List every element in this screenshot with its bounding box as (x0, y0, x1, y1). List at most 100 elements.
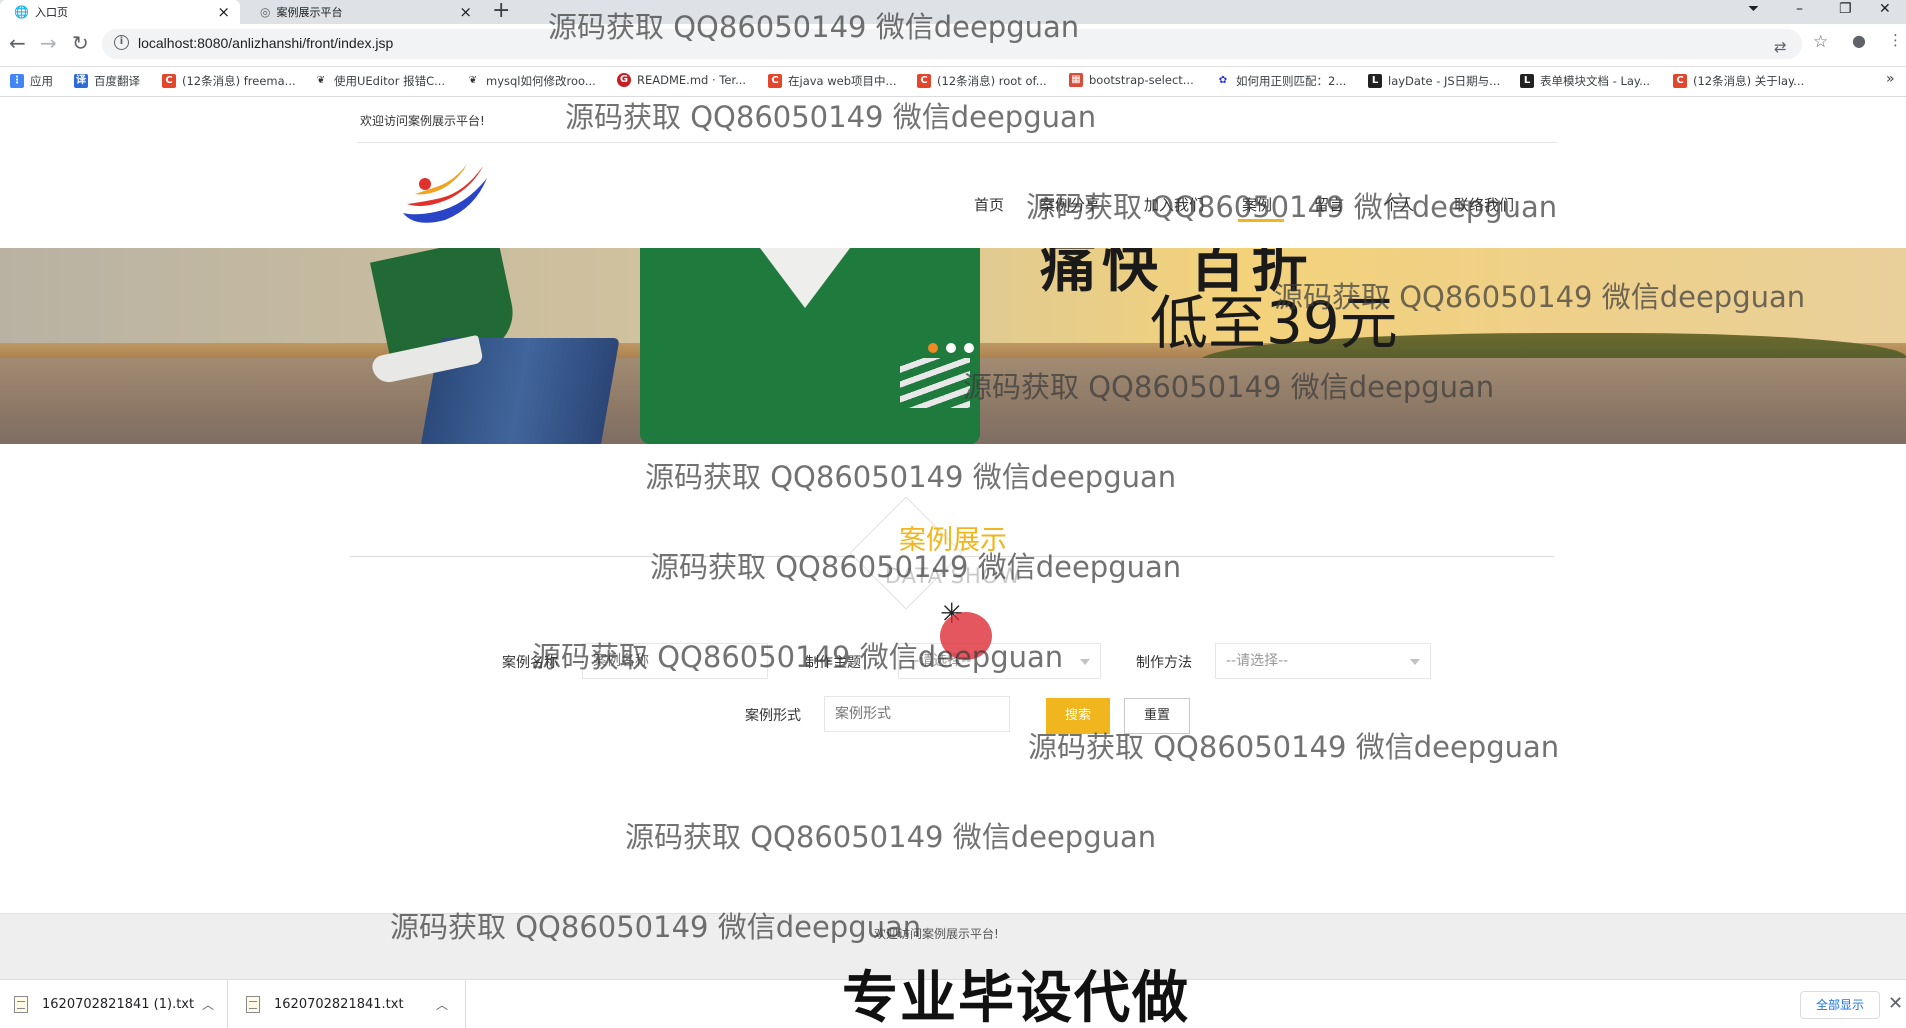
banner-carousel[interactable]: 痛快 百折 低至39元 (0, 248, 1906, 444)
bookmark-item[interactable]: LlayDate - JS日期与... (1368, 73, 1500, 89)
tab-entry-page[interactable]: 🌐 入口页 × (0, 0, 240, 24)
csdn-icon: C (768, 74, 782, 88)
video-caption: 专业毕设代做 (842, 966, 1190, 1028)
header-divider (357, 142, 1557, 143)
section-subtitle: DATA SHOW (884, 564, 1022, 588)
nav-active-indicator (1238, 219, 1284, 222)
csdn-icon: C (917, 74, 931, 88)
carousel-dot-2[interactable] (946, 343, 956, 353)
bookmark-item[interactable]: ❦ 使用UEditor 报错C... (314, 73, 445, 89)
bookmark-item[interactable]: G README.md · Ter... (617, 73, 746, 87)
bookmark-item[interactable]: 译百度翻译 (74, 73, 140, 89)
leaf-icon: ❦ (316, 75, 326, 86)
bookmark-item[interactable]: C 在java web项目中... (768, 73, 897, 89)
bookmark-item[interactable]: ✿ 如何用正则匹配：2... (1216, 73, 1347, 89)
forward-icon[interactable]: → (40, 31, 57, 55)
profile-avatar-icon[interactable]: ● (1852, 31, 1866, 50)
tab-title: 案例展示平台 (276, 6, 343, 19)
baidu-translate-icon: 译 (74, 74, 88, 88)
carousel-dot-3[interactable] (964, 343, 974, 353)
bookmark-item[interactable]: C (12条消息) freema... (162, 73, 296, 89)
reload-icon[interactable]: ↻ (72, 31, 89, 55)
watermark: 源码获取 QQ86050149 微信deepguan (565, 100, 1097, 134)
globe-icon: 🌐 (14, 5, 29, 19)
download-filename: 1620702821841 (1).txt (42, 997, 195, 1012)
nav-case[interactable]: 案例 (1242, 194, 1272, 215)
method-label: 制作方法 (1136, 655, 1192, 671)
bookmark-item[interactable]: C (12条消息) root of... (917, 73, 1047, 89)
search-button[interactable]: 搜索 (1046, 698, 1110, 734)
gitee-icon: G (617, 73, 631, 87)
cnblogs-icon: ▦ (1069, 73, 1083, 87)
bookmark-item[interactable]: L 表单模块文档 - Lay... (1520, 73, 1650, 89)
method-select-value: --请选择-- (1226, 653, 1289, 669)
new-tab-button[interactable]: + (492, 0, 510, 23)
chevron-up-icon[interactable]: ︿ (202, 996, 214, 1013)
watermark: 源码获取 QQ86050149 微信deepguan (645, 460, 1177, 494)
nav-case-share[interactable]: 案例分享 (1040, 194, 1100, 215)
download-item[interactable]: 1620702821841.txt ︿ (232, 980, 466, 1028)
menu-kebab-icon[interactable]: ⋮ (1888, 31, 1903, 49)
translate-icon[interactable]: ⇄ (1774, 38, 1787, 56)
restore-icon[interactable]: ❐ (1839, 1, 1852, 17)
bookmarks-overflow-icon[interactable]: » (1886, 71, 1895, 87)
download-filename: 1620702821841.txt (274, 997, 404, 1012)
profile-dropdown-icon[interactable]: ⏷ (1748, 1, 1759, 17)
nav-join-us[interactable]: 加入我们 (1144, 194, 1204, 215)
apps-grid-icon: ⋮ (10, 74, 24, 88)
reset-button[interactable]: 重置 (1124, 698, 1190, 734)
chevron-down-icon (1080, 659, 1090, 665)
window-close-icon[interactable]: ✕ (1879, 1, 1891, 17)
theme-select[interactable]: --请选择-- (898, 643, 1101, 679)
nav-contact[interactable]: 联络我们 (1454, 194, 1514, 215)
welcome-text: 欢迎访问案例展示平台! (360, 114, 485, 128)
address-bar: ← → ↻ i localhost:8080/anlizhanshi/front… (0, 24, 1906, 67)
url-text[interactable]: localhost:8080/anlizhanshi/front/index.j… (138, 35, 393, 51)
chevron-down-icon (1410, 659, 1420, 665)
theme-label: 制作主题 (805, 655, 861, 671)
method-select[interactable]: --请选择-- (1215, 643, 1431, 679)
tab-case-platform[interactable]: ◎ 案例展示平台 × (246, 0, 482, 24)
carousel-dot-1[interactable] (928, 343, 938, 353)
case-form-input[interactable] (824, 696, 1010, 732)
tab-title: 入口页 (34, 6, 68, 19)
site-logo[interactable] (395, 158, 495, 236)
case-name-input[interactable] (582, 643, 768, 679)
bookmark-item[interactable]: ❦ mysql如何修改roo... (466, 73, 596, 89)
tab-strip: 🌐 入口页 × ◎ 案例展示平台 × + ⏷ – ❐ ✕ (0, 0, 1906, 24)
bookmarks-bar: ⋮ 应用 译百度翻译 C (12条消息) freema... ❦ 使用UEditor … (0, 67, 1906, 97)
case-form-label: 案例形式 (745, 708, 801, 724)
text-file-icon (14, 996, 28, 1013)
banner-model-stripes (900, 358, 970, 408)
baidu-paw-icon: ✿ (1218, 75, 1228, 86)
cursor-highlight (940, 612, 992, 660)
case-name-label: 案例名称 (502, 655, 558, 671)
url-box[interactable]: i localhost:8080/anlizhanshi/front/index… (102, 29, 1802, 59)
close-downloads-icon[interactable]: ✕ (1888, 993, 1903, 1014)
layui-icon: L (1520, 74, 1534, 88)
layui-icon: L (1368, 74, 1382, 88)
section-title: 案例展示 (899, 525, 1007, 556)
site-info-icon[interactable]: i (114, 35, 129, 50)
back-icon[interactable]: ← (9, 31, 26, 55)
bookmark-item[interactable]: C (12条消息) 关于lay... (1673, 73, 1804, 89)
csdn-icon: C (162, 74, 176, 88)
bookmark-item[interactable]: ▦ bootstrap-select... (1069, 73, 1194, 87)
close-tab-icon[interactable]: × (459, 3, 472, 21)
close-tab-icon[interactable]: × (217, 3, 230, 21)
site-icon: ◎ (260, 5, 271, 19)
banner-price-text: 低至39元 (1150, 289, 1398, 357)
leaf-icon: ❦ (468, 75, 478, 86)
watermark: 源码获取 QQ86050149 微信deepguan (625, 820, 1157, 854)
nav-message[interactable]: 留言 (1314, 194, 1344, 215)
show-all-downloads-button[interactable]: 全部显示 (1800, 991, 1880, 1019)
text-file-icon (246, 996, 260, 1013)
footer-text: 欢迎访问案例展示平台! (874, 927, 999, 941)
download-item[interactable]: 1620702821841 (1).txt ︿ (0, 980, 228, 1028)
minimize-icon[interactable]: – (1796, 1, 1803, 17)
nav-personal[interactable]: 个人 (1384, 194, 1414, 215)
chevron-up-icon[interactable]: ︿ (436, 996, 448, 1013)
bookmark-apps[interactable]: ⋮ 应用 (10, 73, 53, 89)
nav-home[interactable]: 首页 (974, 194, 1004, 215)
bookmark-star-icon[interactable]: ☆ (1813, 32, 1828, 52)
